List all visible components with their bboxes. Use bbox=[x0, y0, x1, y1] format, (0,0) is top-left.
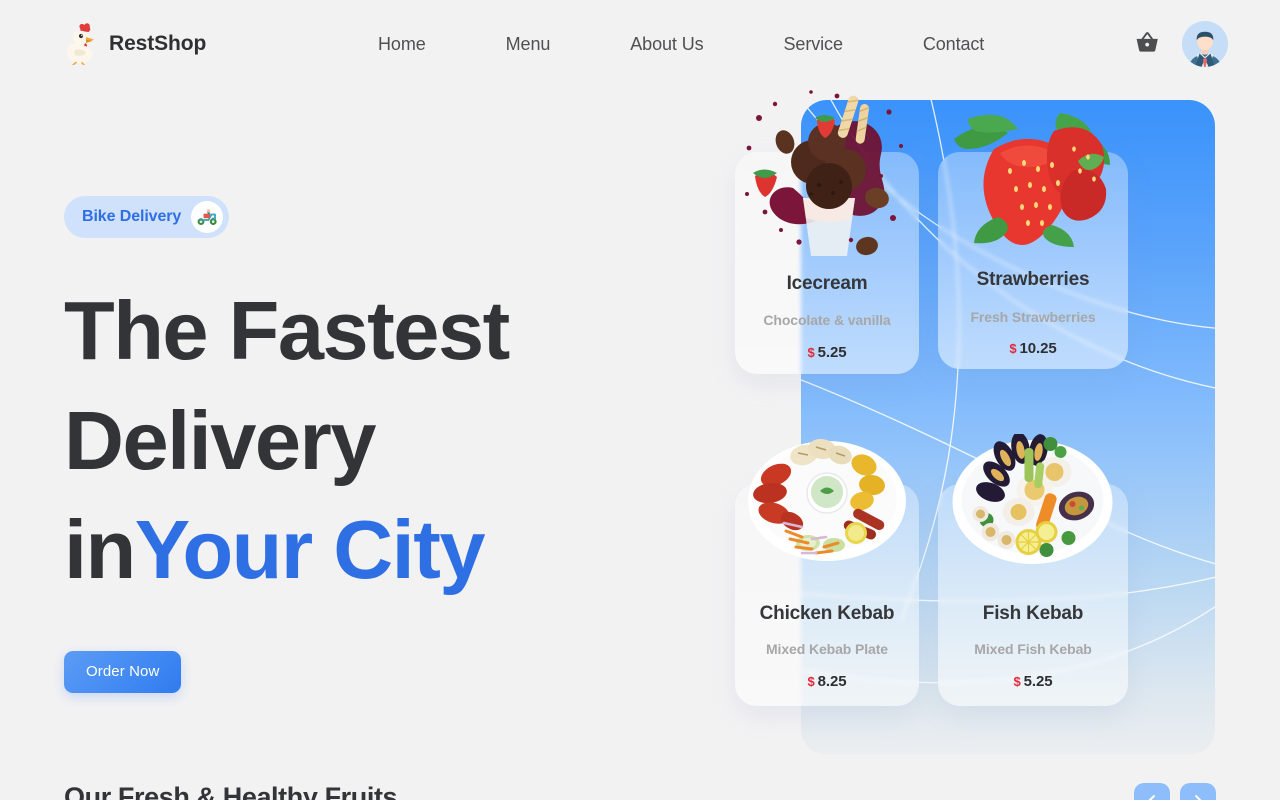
nav-item-contact[interactable]: Contact bbox=[883, 34, 1024, 55]
nav-item-about-us[interactable]: About Us bbox=[590, 34, 743, 55]
scooter-delivery-icon bbox=[191, 201, 224, 233]
product-subtitle: Mixed Kebab Plate bbox=[765, 641, 888, 657]
price-value: 10.25 bbox=[1019, 340, 1057, 357]
fruits-carousel-nav bbox=[1134, 783, 1216, 800]
hero-left-content: Bike Delivery The Fastest Delivery inYou… bbox=[64, 196, 684, 693]
brand-logo-group[interactable]: RestShop bbox=[62, 23, 207, 66]
brand-name: RestShop bbox=[109, 32, 207, 55]
product-title: Strawberries bbox=[976, 269, 1090, 290]
chevron-left-icon bbox=[1145, 794, 1159, 800]
currency-symbol: $ bbox=[1009, 341, 1017, 356]
bike-delivery-badge-label: Bike Delivery bbox=[82, 208, 182, 225]
product-price: $8.25 bbox=[735, 673, 919, 690]
avatar[interactable] bbox=[1182, 21, 1228, 67]
hero-title-line-1: The Fastest bbox=[64, 284, 510, 377]
carousel-prev-button[interactable] bbox=[1134, 783, 1170, 800]
site-header: RestShop Home Menu About Us Service Cont… bbox=[0, 0, 1280, 88]
product-title: Icecream bbox=[786, 273, 868, 294]
carousel-next-button[interactable] bbox=[1180, 783, 1216, 800]
product-card-chicken-kebab[interactable]: Chicken Kebab Mixed Kebab Plate $8.25 bbox=[735, 438, 919, 706]
price-value: 8.25 bbox=[817, 673, 847, 690]
product-title: Fish Kebab bbox=[982, 603, 1084, 624]
product-subtitle: Chocolate & vanilla bbox=[763, 312, 891, 328]
nav-item-menu[interactable]: Menu bbox=[466, 34, 591, 55]
price-value: 5.25 bbox=[817, 344, 847, 361]
hero-title-line-3-plain: in bbox=[64, 503, 136, 597]
currency-symbol: $ bbox=[1013, 674, 1021, 689]
product-subtitle: Mixed Fish Kebab bbox=[974, 641, 1092, 657]
product-card-strawberries[interactable]: Strawberries Fresh Strawberries $10.25 bbox=[938, 113, 1128, 369]
product-title: Chicken Kebab bbox=[759, 603, 895, 624]
product-price: $5.25 bbox=[735, 344, 919, 361]
product-price: $5.25 bbox=[938, 673, 1128, 690]
chevron-right-icon bbox=[1191, 794, 1205, 800]
product-price: $10.25 bbox=[938, 340, 1128, 357]
order-now-button[interactable]: Order Now bbox=[64, 650, 182, 693]
main-navigation: Home Menu About Us Service Contact bbox=[242, 34, 1130, 55]
nav-item-home[interactable]: Home bbox=[348, 34, 466, 55]
currency-symbol: $ bbox=[807, 674, 815, 689]
hero-title-line-3-accent: Your City bbox=[134, 503, 486, 597]
currency-symbol: $ bbox=[807, 345, 815, 360]
product-subtitle: Fresh Strawberries bbox=[970, 309, 1096, 325]
price-value: 5.25 bbox=[1023, 673, 1053, 690]
product-card-icecream[interactable]: Icecream Chocolate & vanilla $5.25 bbox=[735, 90, 919, 374]
header-actions bbox=[1130, 21, 1228, 67]
landing-page: RestShop Home Menu About Us Service Cont… bbox=[0, 0, 1280, 800]
nav-item-service[interactable]: Service bbox=[744, 34, 883, 55]
shopping-basket-button[interactable] bbox=[1130, 27, 1164, 61]
shopping-basket-icon bbox=[1134, 30, 1160, 59]
bike-delivery-badge[interactable]: Bike Delivery bbox=[64, 196, 230, 238]
page-title: The Fastest Delivery inYour City bbox=[64, 276, 684, 605]
hero-title-line-2: Delivery bbox=[64, 393, 377, 487]
fruits-section-heading: Our Fresh & Healthy Fruits bbox=[64, 782, 398, 800]
product-card-fish-kebab[interactable]: Fish Kebab Mixed Fish Kebab $5.25 bbox=[938, 432, 1128, 706]
user-avatar-icon bbox=[1182, 21, 1228, 67]
rooster-logo-icon bbox=[62, 23, 98, 66]
hero-title-line-3: inYour City bbox=[64, 495, 684, 605]
